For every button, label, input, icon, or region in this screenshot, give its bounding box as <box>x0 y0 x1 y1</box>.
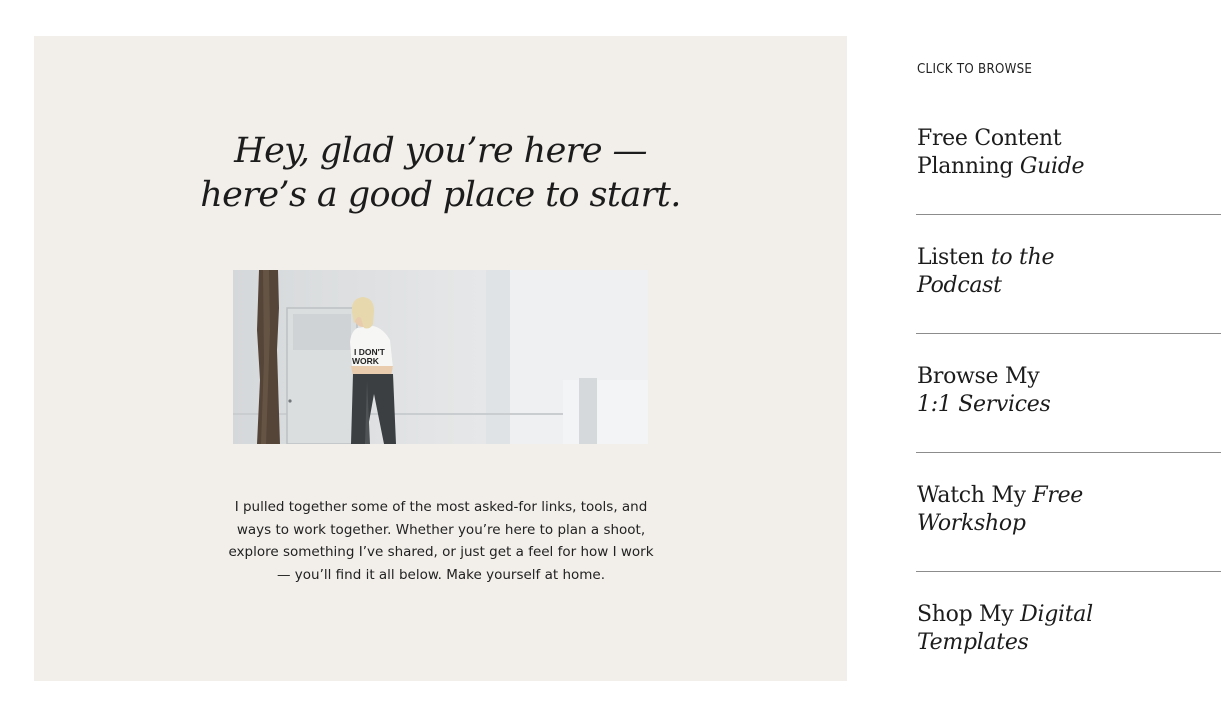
browse-divider <box>916 214 1221 215</box>
browse-item-line-1: Watch My Free <box>917 482 1221 510</box>
browse-item-text: Browse My <box>917 364 1040 389</box>
browse-divider <box>916 333 1221 334</box>
browse-item-line-2: Planning Guide <box>917 153 1221 181</box>
hero-title: Hey, glad you’re here — here’s a good pl… <box>34 129 847 217</box>
browse-menu: CLICK TO BROWSE Free Content Planning Gu… <box>916 0 1221 726</box>
hero-panel: Hey, glad you’re here — here’s a good pl… <box>34 36 847 681</box>
hero-photo: I DON'T WORK <box>233 270 648 444</box>
hero-intro-text: I pulled together some of the most asked… <box>228 499 654 583</box>
browse-item-text: Listen <box>917 245 991 270</box>
browse-item-line-1: Shop My Digital <box>917 601 1221 629</box>
browse-item-text-italic: Workshop <box>917 511 1026 536</box>
browse-item-text-italic: Free <box>1032 483 1084 508</box>
browse-item-text: Planning <box>917 154 1020 179</box>
browse-item-digital-templates[interactable]: Shop My Digital Templates <box>917 601 1221 657</box>
browse-item-text-italic: Guide <box>1019 154 1085 179</box>
browse-label: CLICK TO BROWSE <box>917 61 1033 77</box>
browse-item-text: Shop My <box>917 602 1021 627</box>
browse-item-line-1: Browse My <box>917 363 1221 391</box>
hero-photo-illustration: I DON'T WORK <box>233 270 648 444</box>
browse-item-content-planning-guide[interactable]: Free Content Planning Guide <box>917 125 1221 181</box>
browse-item-line-2: Workshop <box>917 510 1221 538</box>
browse-divider <box>916 571 1221 572</box>
browse-item-text: Watch My <box>917 483 1033 508</box>
browse-item-line-1: Listen to the <box>917 244 1221 272</box>
browse-item-text-italic: Templates <box>917 630 1029 655</box>
hero-title-line-1: Hey, glad you’re here — <box>234 131 647 171</box>
browse-item-text: Free Content <box>917 126 1062 151</box>
browse-item-line-2: 1:1 Services <box>917 391 1221 419</box>
browse-item-line-1: Free Content <box>917 125 1221 153</box>
browse-item-workshop[interactable]: Watch My Free Workshop <box>917 482 1221 538</box>
browse-divider <box>916 452 1221 453</box>
hero-title-line-2: here’s a good place to start. <box>200 175 681 215</box>
browse-item-text-italic: Digital <box>1020 602 1093 627</box>
browse-item-text-italic: to the <box>990 245 1055 270</box>
browse-item-line-2: Templates <box>917 629 1221 657</box>
browse-item-podcast[interactable]: Listen to the Podcast <box>917 244 1221 300</box>
browse-item-line-2: Podcast <box>917 272 1221 300</box>
browse-item-text-italic: 1:1 Services <box>917 392 1051 417</box>
browse-item-services[interactable]: Browse My 1:1 Services <box>917 363 1221 419</box>
browse-item-text-italic: Podcast <box>917 273 1002 298</box>
